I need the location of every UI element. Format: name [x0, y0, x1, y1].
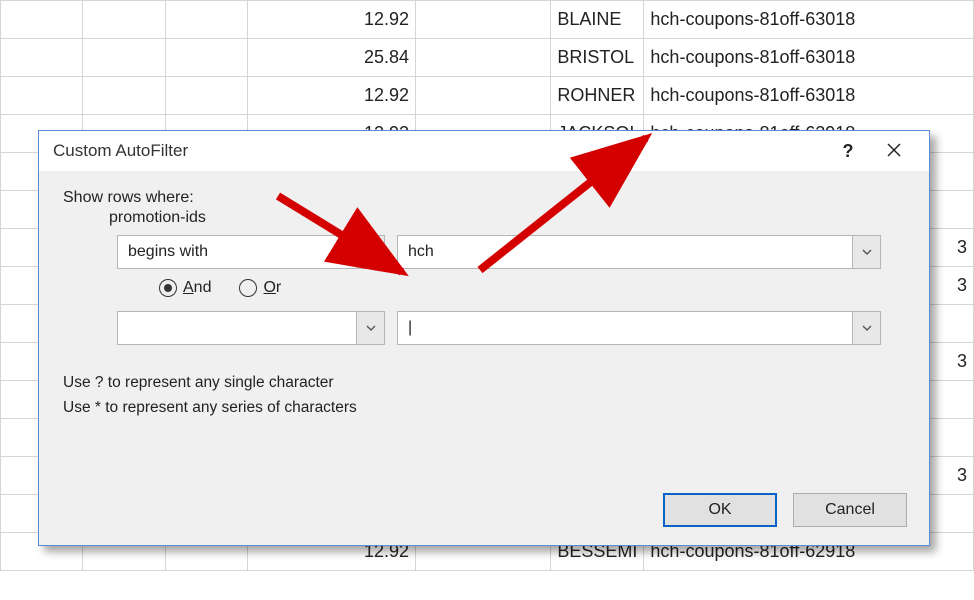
cell[interactable]: 25.84 — [248, 39, 416, 77]
cell[interactable]: 12.92 — [248, 1, 416, 39]
operator-combo-2[interactable] — [117, 311, 385, 345]
operator-combo-1[interactable]: begins with — [117, 235, 385, 269]
cell[interactable]: hch-coupons-81off-63018 — [644, 77, 974, 115]
chevron-down-icon[interactable] — [852, 312, 880, 344]
cell[interactable] — [165, 77, 247, 115]
cell[interactable] — [1, 77, 83, 115]
cell[interactable] — [165, 39, 247, 77]
cell[interactable]: ROHNER — [551, 77, 644, 115]
hint-asterisk: Use * to represent any series of charact… — [63, 396, 905, 421]
table-row[interactable]: 25.84 BRISTOLhch-coupons-81off-63018 — [1, 39, 974, 77]
or-radio[interactable]: Or — [239, 279, 281, 297]
close-icon — [887, 141, 901, 162]
chevron-down-icon[interactable] — [356, 312, 384, 344]
radio-icon — [159, 279, 177, 297]
cancel-button[interactable]: Cancel — [793, 493, 907, 527]
cell[interactable] — [416, 1, 551, 39]
ok-button[interactable]: OK — [663, 493, 777, 527]
dialog-titlebar[interactable]: Custom AutoFilter ? — [39, 131, 929, 171]
cell[interactable] — [83, 39, 165, 77]
table-row[interactable]: 12.92 ROHNERhch-coupons-81off-63018 — [1, 77, 974, 115]
table-row[interactable]: 12.92 BLAINEhch-coupons-81off-63018 — [1, 1, 974, 39]
cell[interactable]: BRISTOL — [551, 39, 644, 77]
cell[interactable] — [83, 1, 165, 39]
cell[interactable] — [165, 1, 247, 39]
wildcard-hints: Use ? to represent any single character … — [63, 371, 905, 421]
cell[interactable] — [416, 77, 551, 115]
cell[interactable] — [416, 39, 551, 77]
operator-value-1: begins with — [128, 243, 208, 261]
value-text-1: hch — [408, 243, 434, 261]
help-icon: ? — [843, 141, 854, 162]
cell[interactable] — [1, 1, 83, 39]
filter-row-1: begins with hch — [117, 235, 905, 269]
cell[interactable]: hch-coupons-81off-63018 — [644, 39, 974, 77]
value-text-2: | — [408, 319, 412, 337]
or-label: Or — [263, 279, 281, 297]
radio-icon — [239, 279, 257, 297]
field-name-label: promotion-ids — [109, 209, 905, 227]
cell[interactable]: hch-coupons-81off-63018 — [644, 1, 974, 39]
value-combo-2[interactable]: | — [397, 311, 881, 345]
chevron-down-icon[interactable] — [852, 236, 880, 268]
help-button[interactable]: ? — [825, 131, 871, 171]
and-label: And — [183, 279, 211, 297]
cell[interactable]: BLAINE — [551, 1, 644, 39]
filter-row-2: | — [117, 311, 905, 345]
logic-radio-group: And Or — [159, 279, 905, 297]
cell[interactable]: 12.92 — [248, 77, 416, 115]
custom-autofilter-dialog: Custom AutoFilter ? Show rows where: pro… — [38, 130, 930, 546]
show-rows-where-label: Show rows where: — [63, 189, 905, 207]
hint-question-mark: Use ? to represent any single character — [63, 371, 905, 396]
cell[interactable] — [1, 39, 83, 77]
cell[interactable] — [83, 77, 165, 115]
dialog-title: Custom AutoFilter — [53, 141, 825, 161]
dialog-footer: OK Cancel — [663, 493, 907, 527]
value-combo-1[interactable]: hch — [397, 235, 881, 269]
and-radio[interactable]: And — [159, 279, 211, 297]
chevron-down-icon[interactable] — [356, 236, 384, 268]
close-button[interactable] — [871, 131, 917, 171]
